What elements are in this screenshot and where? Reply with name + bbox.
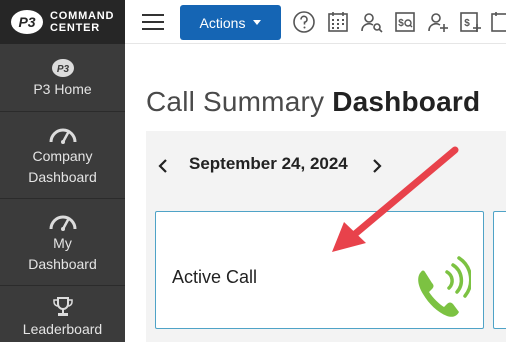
p3-logo-icon: P3 xyxy=(51,59,74,77)
sidebar-item-leaderboard[interactable]: Leaderboard xyxy=(0,286,125,342)
sidebar-item-my-dashboard[interactable]: My Dashboard xyxy=(0,199,125,286)
top-bar: Actions $ $ xyxy=(125,0,506,44)
svg-text:P3: P3 xyxy=(56,64,69,75)
svg-text:$: $ xyxy=(464,18,470,29)
add-dollar-icon[interactable]: $ xyxy=(458,10,482,34)
phone-ringing-icon xyxy=(418,256,471,317)
brand-name: COMMAND CENTER xyxy=(50,10,114,34)
calendar-icon[interactable] xyxy=(489,10,506,34)
card-label: Active Call xyxy=(172,267,258,287)
calendar-icon[interactable] xyxy=(326,10,350,34)
active-call-card[interactable]: Active Call xyxy=(155,211,484,329)
speedometer-icon xyxy=(49,128,76,144)
user-search-icon[interactable] xyxy=(360,10,384,34)
brand[interactable]: P3 COMMAND CENTER xyxy=(0,0,125,44)
sidebar-item-label: My Dashboard xyxy=(28,235,97,272)
brand-line2: CENTER xyxy=(50,22,101,34)
chevron-left-icon[interactable] xyxy=(153,156,173,176)
page-title: Call Summary Dashboard xyxy=(146,86,480,118)
svg-text:$: $ xyxy=(398,18,404,29)
chevron-right-icon[interactable] xyxy=(367,156,387,176)
dollar-search-icon[interactable]: $ xyxy=(393,10,417,34)
sidebar: P3 COMMAND CENTER P3 P3 Home Company Das… xyxy=(0,0,125,342)
sidebar-item-label: Leaderboard xyxy=(22,321,103,337)
page-title-light: Call Summary xyxy=(146,86,325,117)
trophy-icon xyxy=(52,297,73,316)
brand-logo-text: P3 xyxy=(18,14,35,30)
help-icon[interactable] xyxy=(292,10,316,34)
page-title-bold: Dashboard xyxy=(332,86,481,117)
hamburger-menu-icon[interactable] xyxy=(142,14,164,30)
sidebar-item-company-dashboard[interactable]: Company Dashboard xyxy=(0,112,125,199)
add-user-icon[interactable] xyxy=(426,10,450,34)
speedometer-icon xyxy=(49,215,76,231)
date-navigator: September 24, 2024 xyxy=(146,150,396,180)
sidebar-item-p3-home[interactable]: P3 P3 Home xyxy=(0,44,125,112)
sidebar-item-label: Company Dashboard xyxy=(28,148,97,185)
brand-line1: COMMAND xyxy=(50,10,115,22)
p3-logo-icon: P3 xyxy=(11,10,43,34)
actions-button-label: Actions xyxy=(199,14,246,31)
current-date: September 24, 2024 xyxy=(189,154,348,173)
caret-down-icon xyxy=(253,20,262,25)
actions-button[interactable]: Actions xyxy=(180,5,281,40)
next-card[interactable] xyxy=(493,211,506,329)
sidebar-item-label: P3 Home xyxy=(33,81,92,97)
